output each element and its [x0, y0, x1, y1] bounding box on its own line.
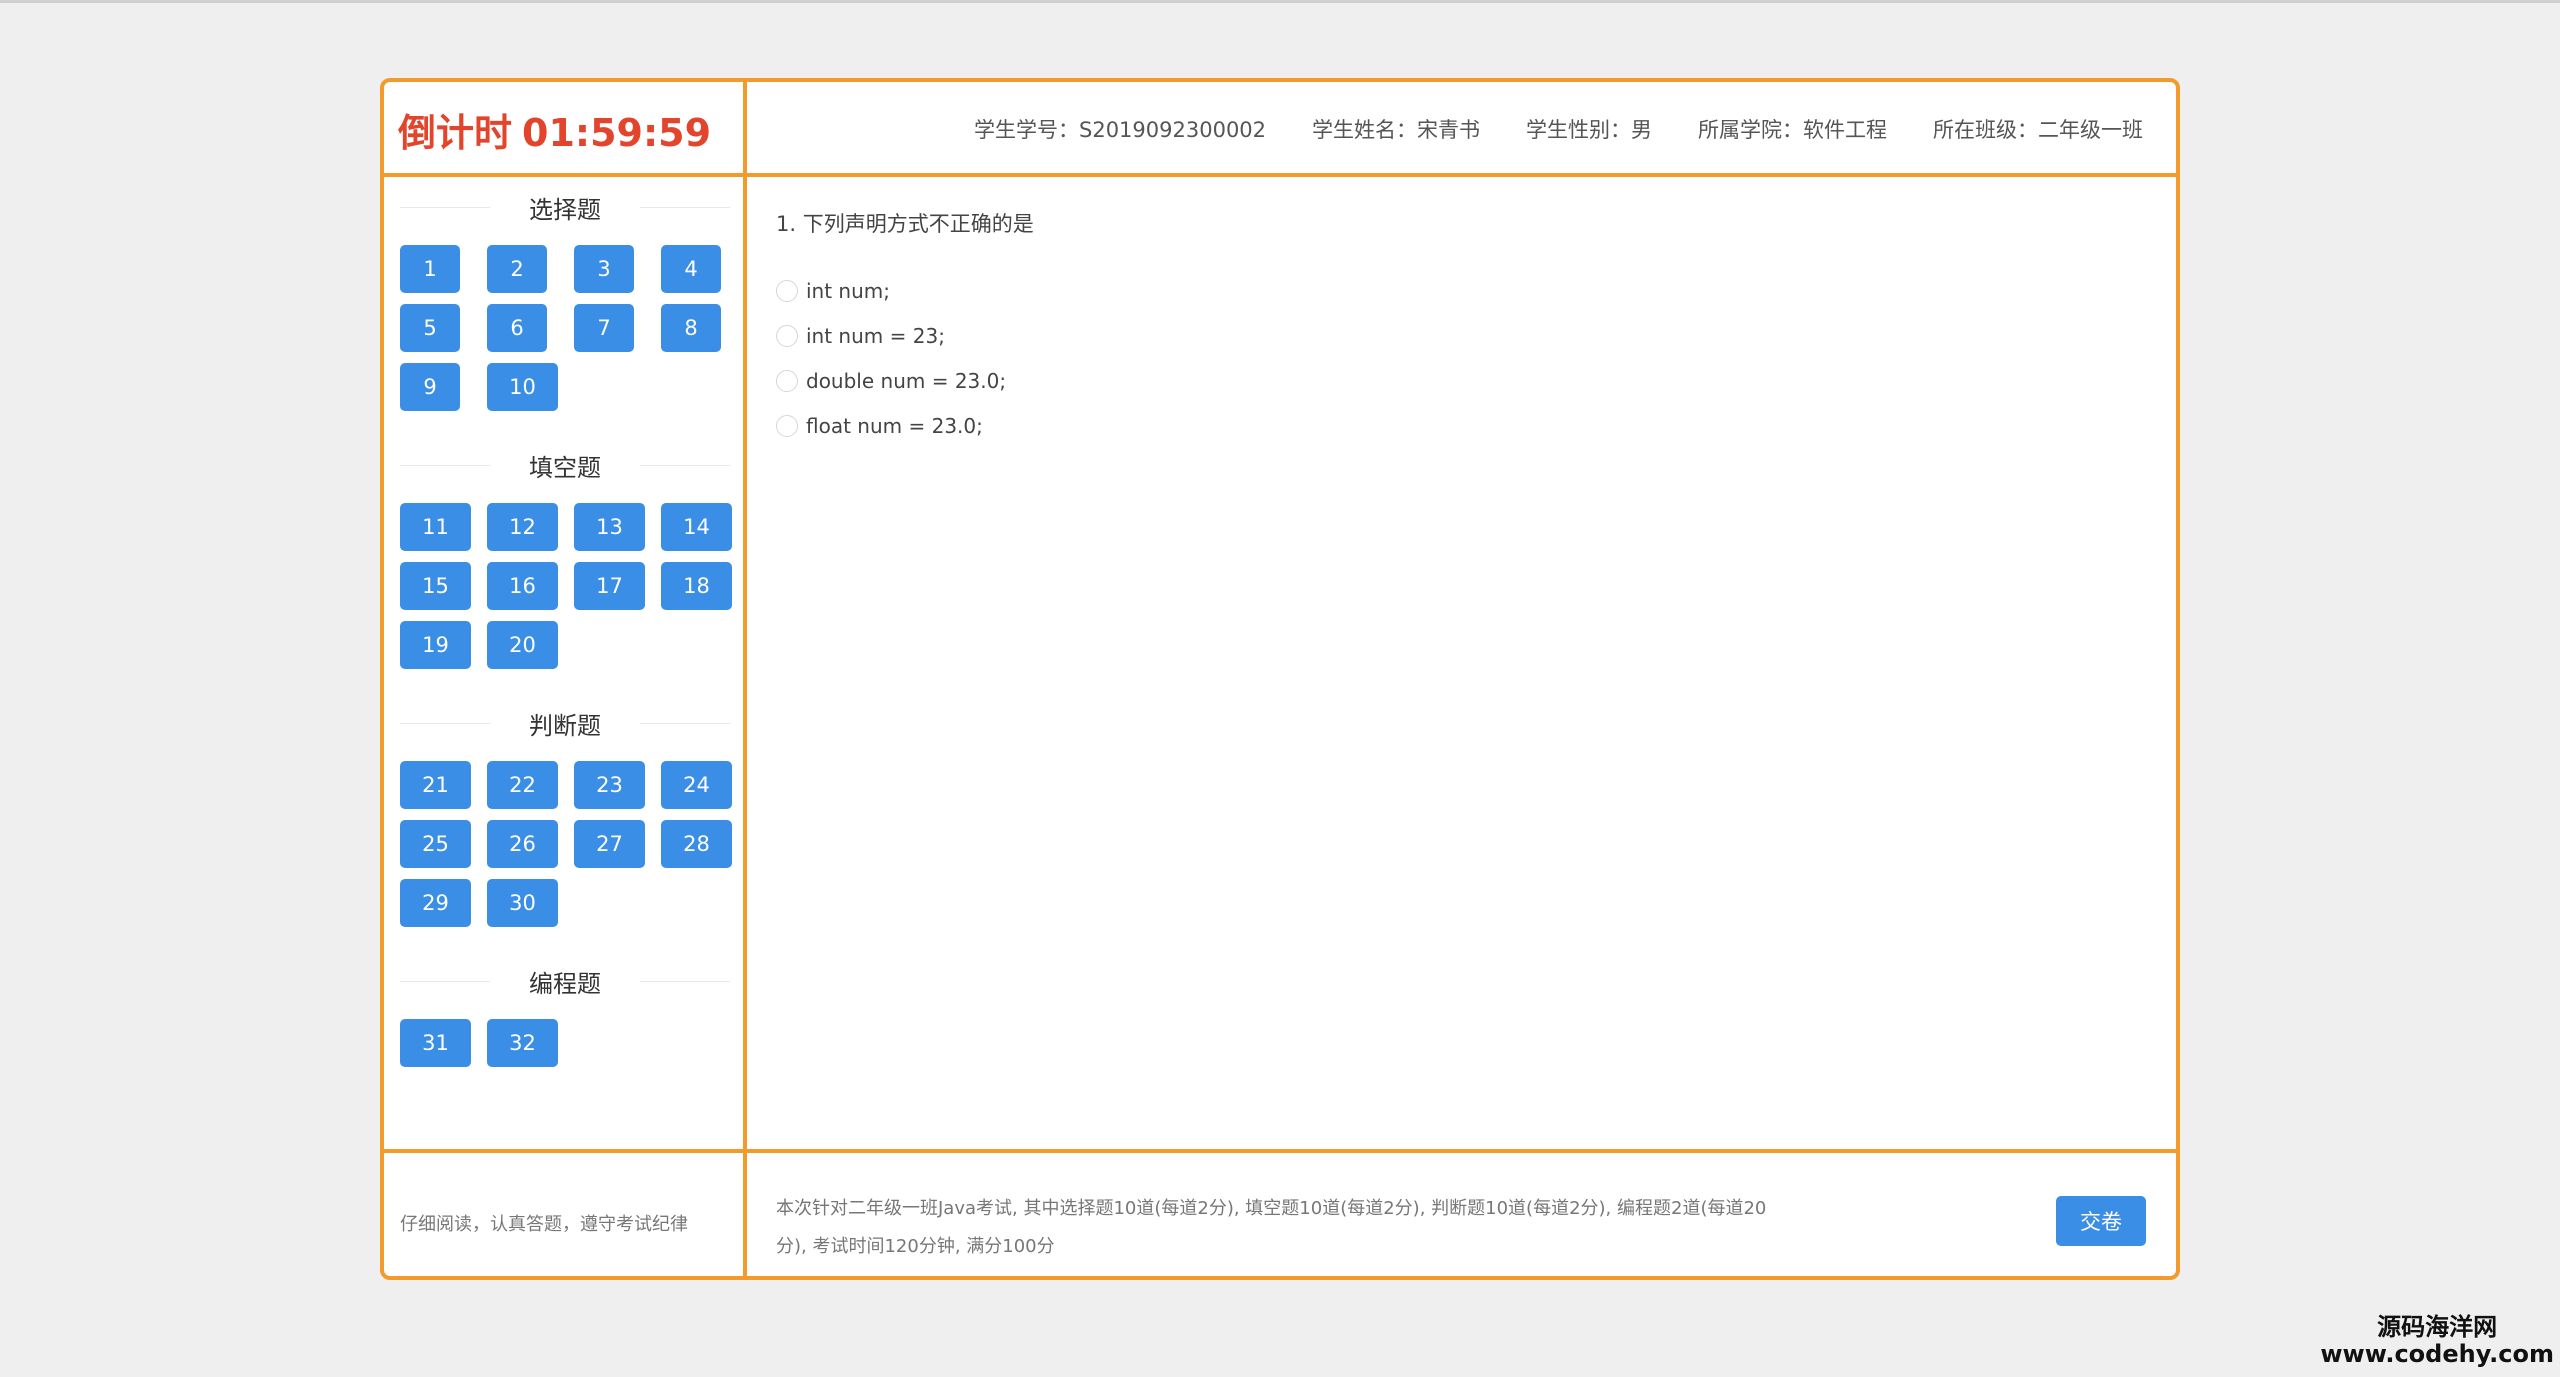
- option-label: int num;: [806, 278, 891, 303]
- submit-button[interactable]: 交卷: [2056, 1196, 2146, 1246]
- section-header-programming: 编程题: [400, 951, 730, 1011]
- question-button-25[interactable]: 25: [400, 820, 471, 868]
- question-button-26[interactable]: 26: [487, 820, 558, 868]
- panel-divider-footer: [384, 1149, 2176, 1153]
- question-button-6[interactable]: 6: [487, 304, 547, 352]
- student-id: 学生学号：S2019092300002: [974, 118, 1267, 142]
- question-button-19[interactable]: 19: [400, 621, 471, 669]
- radio-button[interactable]: [776, 414, 798, 437]
- option-b[interactable]: int num = 23;: [776, 313, 1034, 358]
- watermark: 源码海洋网 www.codehy.com: [2320, 1312, 2554, 1369]
- watermark-title: 源码海洋网: [2377, 1312, 2498, 1341]
- question-button-32[interactable]: 32: [487, 1019, 558, 1067]
- section-header-choice: 选择题: [400, 177, 730, 237]
- divider: [640, 723, 730, 724]
- question-button-17[interactable]: 17: [574, 562, 645, 610]
- section-title-choice: 选择题: [529, 195, 601, 224]
- question-button-18[interactable]: 18: [661, 562, 732, 610]
- question-text: 1. 下列声明方式不正确的是: [776, 212, 1034, 236]
- section-title-judge: 判断题: [529, 711, 601, 740]
- option-d[interactable]: float num = 23.0;: [776, 403, 1034, 448]
- countdown-time: 01:59:59: [522, 111, 712, 155]
- question-button-3[interactable]: 3: [574, 245, 634, 293]
- question-button-22[interactable]: 22: [487, 761, 558, 809]
- countdown-timer: 倒计时 01:59:59: [398, 102, 711, 157]
- question-button-9[interactable]: 9: [400, 363, 460, 411]
- question-grid-programming: 31 32: [400, 1019, 730, 1067]
- exam-panel: 倒计时 01:59:59 学生学号：S2019092300002 学生姓名：宋青书…: [380, 78, 2180, 1280]
- question-button-1[interactable]: 1: [400, 245, 460, 293]
- question-button-24[interactable]: 24: [661, 761, 732, 809]
- question-button-5[interactable]: 5: [400, 304, 460, 352]
- question-button-27[interactable]: 27: [574, 820, 645, 868]
- question-button-28[interactable]: 28: [661, 820, 732, 868]
- question-button-2[interactable]: 2: [487, 245, 547, 293]
- question-area: 1. 下列声明方式不正确的是 int num; int num = 23; do…: [776, 208, 1034, 448]
- exam-description: 本次针对二年级一班Java考试, 其中选择题10道(每道2分), 填空题10道(…: [776, 1198, 1767, 1257]
- question-grid-judge: 21 22 23 24 25 26 27 28 29 30: [400, 761, 732, 927]
- section-title-programming: 编程题: [529, 969, 601, 998]
- section-title-fill: 填空题: [529, 453, 601, 482]
- option-label: double num = 23.0;: [806, 368, 1007, 393]
- question-button-29[interactable]: 29: [400, 879, 471, 927]
- student-college: 所属学院：软件工程: [1698, 118, 1888, 142]
- student-info: 学生学号：S2019092300002 学生姓名：宋青书 学生性别：男 所属学院…: [974, 114, 2143, 144]
- section-header-fill: 填空题: [400, 435, 730, 495]
- panel-divider-vertical: [743, 82, 747, 1276]
- option-label: int num = 23;: [806, 323, 945, 348]
- countdown-label: 倒计时: [398, 111, 513, 155]
- question-button-4[interactable]: 4: [661, 245, 721, 293]
- option-c[interactable]: double num = 23.0;: [776, 358, 1034, 403]
- radio-button[interactable]: [776, 279, 798, 302]
- question-button-15[interactable]: 15: [400, 562, 471, 610]
- option-a[interactable]: int num;: [776, 268, 1034, 313]
- student-gender: 学生性别：男: [1526, 118, 1653, 142]
- question-grid-choice: 1 2 3 4 5 6 7 8 9 10: [400, 245, 730, 411]
- question-grid-fill: 11 12 13 14 15 16 17 18 19 20: [400, 503, 732, 669]
- watermark-url: www.codehy.com: [2320, 1340, 2554, 1369]
- question-button-11[interactable]: 11: [400, 503, 471, 551]
- question-button-31[interactable]: 31: [400, 1019, 471, 1067]
- divider: [400, 465, 490, 466]
- question-button-30[interactable]: 30: [487, 879, 558, 927]
- divider: [640, 207, 730, 208]
- radio-button[interactable]: [776, 369, 798, 392]
- question-button-13[interactable]: 13: [574, 503, 645, 551]
- student-name: 学生姓名：宋青书: [1312, 118, 1481, 142]
- question-button-21[interactable]: 21: [400, 761, 471, 809]
- divider: [640, 981, 730, 982]
- divider: [400, 723, 490, 724]
- question-button-10[interactable]: 10: [487, 363, 558, 411]
- divider: [400, 207, 490, 208]
- section-header-judge: 判断题: [400, 693, 730, 753]
- student-class: 所在班级：二年级一班: [1933, 118, 2144, 142]
- question-navigator: 选择题 1 2 3 4 5 6 7 8 9 10 填空题 11 12 13 14…: [400, 177, 732, 1091]
- question-button-7[interactable]: 7: [574, 304, 634, 352]
- question-button-12[interactable]: 12: [487, 503, 558, 551]
- question-button-20[interactable]: 20: [487, 621, 558, 669]
- question-button-16[interactable]: 16: [487, 562, 558, 610]
- radio-button[interactable]: [776, 324, 798, 347]
- divider: [640, 465, 730, 466]
- question-button-23[interactable]: 23: [574, 761, 645, 809]
- window-top-border: [0, 0, 2560, 3]
- divider: [400, 981, 490, 982]
- question-button-8[interactable]: 8: [661, 304, 721, 352]
- exam-notice: 仔细阅读，认真答题，遵守考试纪律: [400, 1214, 688, 1235]
- option-label: float num = 23.0;: [806, 413, 983, 438]
- question-button-14[interactable]: 14: [661, 503, 732, 551]
